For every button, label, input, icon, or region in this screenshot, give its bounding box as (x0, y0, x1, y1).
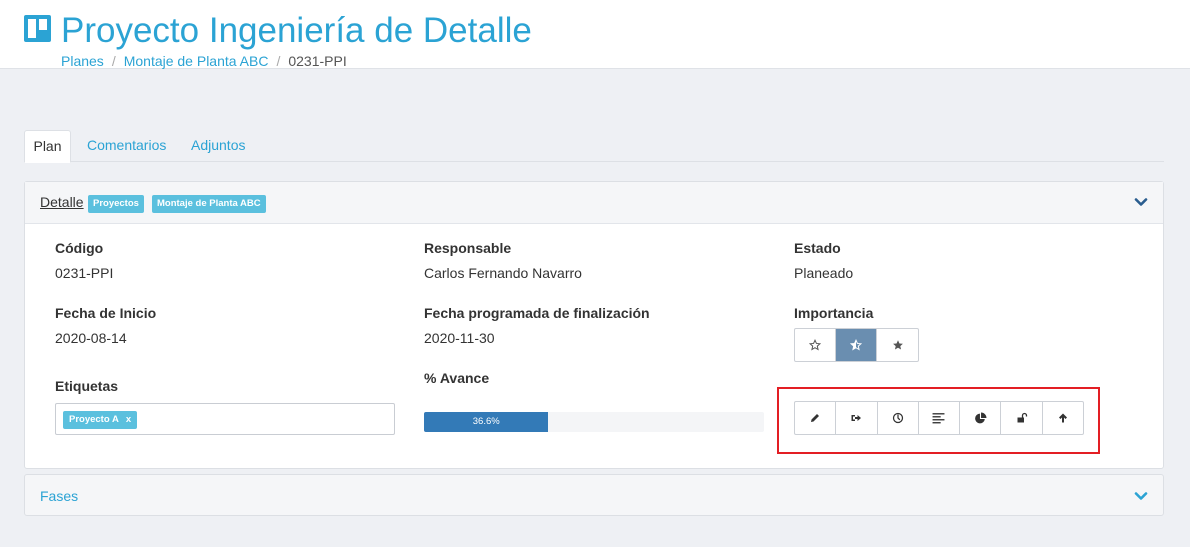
board-icon (24, 15, 51, 42)
importance-selector (794, 328, 919, 362)
fecha-inicio-value: 2020-08-14 (55, 330, 127, 346)
star-full-icon (892, 340, 903, 350)
tag-text: Proyecto A (69, 414, 119, 425)
chevron-down-icon[interactable] (1133, 488, 1149, 504)
tab-comentarios[interactable]: Comentarios (87, 130, 166, 162)
detail-panel-header[interactable]: Detalle Proyectos Montaje de Planta ABC (25, 182, 1163, 224)
avance-label: % Avance (424, 370, 490, 386)
tag-remove-button[interactable]: x (126, 414, 131, 425)
breadcrumb-separator: / (111, 53, 116, 69)
outline-button[interactable] (919, 402, 961, 434)
schedule-button[interactable] (878, 402, 919, 434)
arrow-up-icon (1058, 413, 1067, 423)
unlock-button[interactable] (1001, 402, 1043, 434)
report-button[interactable] (960, 402, 1002, 434)
progress-bar-fill: 36.6% (424, 412, 549, 432)
actions-toolbar (794, 401, 1084, 435)
breadcrumb-link-montaje[interactable]: Montaje de Planta ABC (124, 53, 269, 69)
breadcrumb: Planes / Montaje de Planta ABC / 0231-PPI (61, 53, 347, 69)
fases-panel[interactable]: Fases (24, 474, 1164, 516)
importance-high-button[interactable] (877, 329, 918, 361)
sign-out-icon (851, 415, 862, 421)
pie-chart-icon (974, 412, 987, 423)
tab-plan[interactable]: Plan (24, 130, 71, 163)
page-title: Proyecto Ingeniería de Detalle (61, 11, 532, 50)
fecha-fin-label: Fecha programada de finalización (424, 305, 650, 321)
responsable-value: Carlos Fernando Navarro (424, 265, 582, 281)
plan-badge: Montaje de Planta ABC (152, 195, 266, 213)
responsable-label: Responsable (424, 240, 512, 256)
estado-label: Estado (794, 240, 841, 256)
breadcrumb-separator: / (276, 53, 281, 69)
pencil-icon (811, 414, 820, 422)
importance-low-button[interactable] (795, 329, 836, 361)
breadcrumb-current: 0231-PPI (288, 53, 347, 69)
align-left-icon (933, 413, 945, 424)
etiquetas-label: Etiquetas (55, 378, 119, 394)
progress-bar: 36.6% (424, 412, 764, 432)
codigo-value: 0231-PPI (55, 265, 114, 281)
fecha-inicio-label: Fecha de Inicio (55, 305, 157, 321)
breadcrumb-link-planes[interactable]: Planes (61, 53, 104, 69)
unlock-icon (1017, 412, 1027, 423)
tab-adjuntos[interactable]: Adjuntos (191, 130, 245, 162)
clock-icon (892, 412, 903, 424)
fases-panel-title[interactable]: Fases (40, 488, 78, 504)
edit-button[interactable] (795, 402, 837, 434)
move-button[interactable] (836, 402, 878, 434)
page-header: Proyecto Ingeniería de Detalle Planes / Mo… (0, 0, 1190, 69)
category-badge: Proyectos (88, 195, 144, 213)
tag-chip: Proyecto A x (63, 411, 138, 429)
star-empty-icon (809, 339, 821, 351)
detail-panel-title[interactable]: Detalle (40, 194, 84, 210)
star-half-icon (850, 339, 862, 351)
tab-bar: Plan Comentarios Adjuntos (24, 130, 1164, 163)
detail-panel: Detalle Proyectos Montaje de Planta ABC … (24, 181, 1164, 469)
chevron-down-icon[interactable] (1133, 194, 1149, 210)
codigo-label: Código (55, 240, 104, 256)
tags-input[interactable]: Proyecto A x (55, 403, 395, 435)
fecha-fin-value: 2020-11-30 (424, 330, 495, 346)
importancia-label: Importancia (794, 305, 874, 321)
importance-medium-button[interactable] (836, 329, 877, 361)
estado-value: Planeado (794, 265, 854, 281)
upload-button[interactable] (1043, 402, 1083, 434)
